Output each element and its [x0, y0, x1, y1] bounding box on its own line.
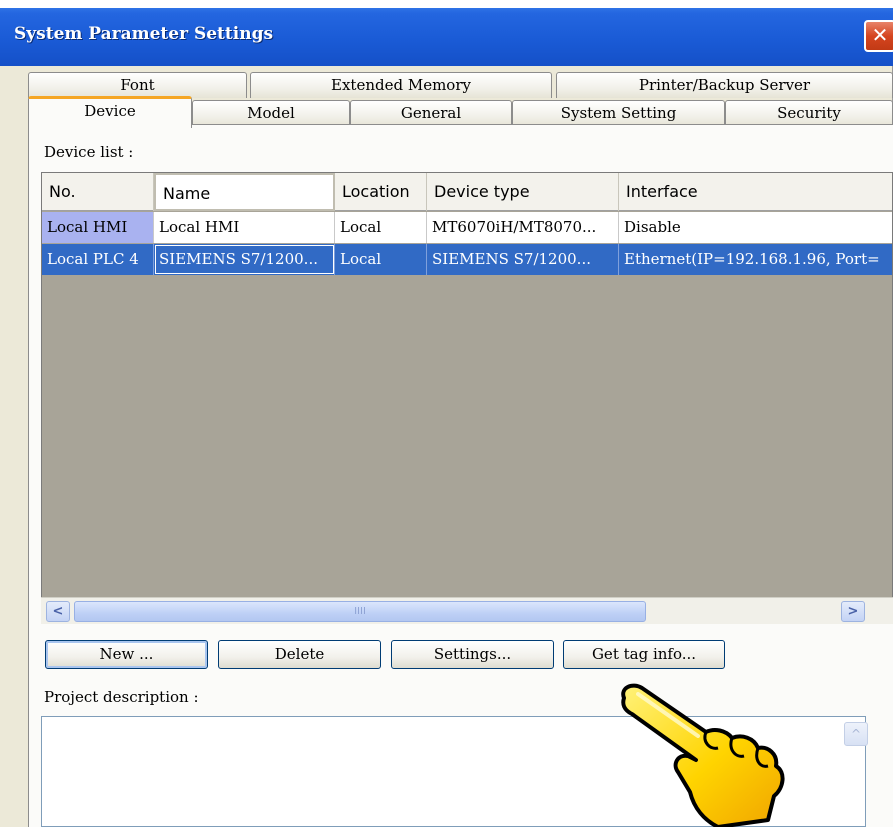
tab-label: Model [247, 104, 295, 122]
pointing-hand-icon [621, 683, 785, 827]
tab-label: Printer/Backup Server [638, 76, 811, 94]
horizontal-scrollbar[interactable]: < IIII > [41, 597, 893, 624]
tab-label: General [400, 104, 462, 122]
tab-label: Security [777, 104, 841, 122]
tab-label: Device [84, 102, 136, 120]
column-header-location[interactable]: Location [335, 173, 427, 211]
scroll-thumb[interactable]: IIII [74, 601, 646, 622]
tab-font[interactable]: Font [28, 72, 247, 98]
title-bar-top-strip [0, 0, 893, 8]
close-button[interactable]: ✕ [864, 20, 893, 52]
tab-system-setting[interactable]: System Setting [512, 100, 725, 126]
scroll-right-button[interactable]: > [841, 601, 865, 622]
column-header-device-type[interactable]: Device type [427, 173, 619, 211]
get-tag-info-button[interactable]: Get tag info... [563, 640, 725, 669]
table-cell-name: SIEMENS S7/1200... [154, 244, 335, 275]
chevron-left-icon: < [52, 604, 64, 619]
delete-button[interactable]: Delete [218, 640, 381, 669]
column-header-name[interactable]: Name [154, 173, 335, 211]
column-header-interface[interactable]: Interface [619, 173, 892, 211]
window-title: System Parameter Settings [14, 24, 274, 44]
tab-label: System Setting [560, 104, 677, 122]
tab-model[interactable]: Model [192, 100, 350, 126]
table-row[interactable]: Local HMI Local HMI Local MT6070iH/MT807… [42, 212, 892, 243]
tab-extended-memory[interactable]: Extended Memory [250, 72, 552, 98]
project-description-label: Project description : [44, 688, 199, 706]
new-button[interactable]: New ... [45, 640, 208, 669]
table-cell-no: Local HMI [42, 212, 154, 243]
table-cell-interface: Disable [619, 212, 892, 243]
table-cell-device-type: SIEMENS S7/1200... [427, 244, 619, 275]
dialog-window: System Parameter Settings ✕ Font Extende… [0, 0, 893, 827]
table-row-selected[interactable]: Local PLC 4 SIEMENS S7/1200... Local SIE… [42, 244, 892, 275]
chevron-up-icon: ^ [850, 727, 862, 741]
scroll-up-button[interactable]: ^ [844, 722, 868, 746]
close-icon: ✕ [871, 23, 889, 47]
tab-printer-backup-server[interactable]: Printer/Backup Server [556, 72, 893, 98]
table-cell-location: Local [335, 244, 427, 275]
table-cell-location: Local [335, 212, 427, 243]
device-list-grid[interactable]: No. Name Location Device type Interface … [41, 172, 893, 624]
title-bar[interactable]: System Parameter Settings ✕ [0, 0, 893, 66]
tab-label: Extended Memory [331, 76, 471, 94]
scroll-left-button[interactable]: < [46, 601, 70, 622]
tab-security[interactable]: Security [725, 100, 893, 126]
settings-button[interactable]: Settings... [391, 640, 554, 669]
tab-label: Font [120, 76, 155, 94]
table-cell-device-type: MT6070iH/MT8070... [427, 212, 619, 243]
table-cell-interface: Ethernet(IP=192.168.1.96, Port= [619, 244, 892, 275]
table-cell-name: Local HMI [154, 212, 335, 243]
grip-icon: IIII [354, 606, 366, 617]
column-header-no[interactable]: No. [42, 173, 154, 211]
grid-header: No. Name Location Device type Interface [42, 173, 892, 211]
tab-device[interactable]: Device [28, 96, 192, 128]
tab-general[interactable]: General [350, 100, 512, 126]
device-list-label: Device list : [44, 143, 134, 161]
chevron-right-icon: > [847, 604, 859, 619]
table-cell-no: Local PLC 4 [42, 244, 154, 275]
